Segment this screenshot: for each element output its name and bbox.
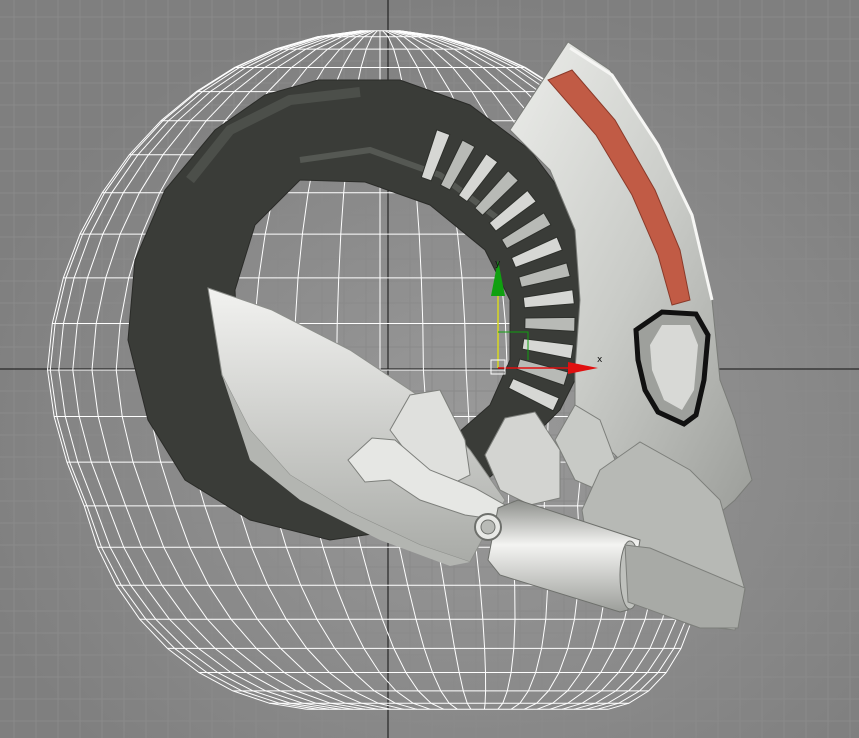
3d-viewport[interactable]: y x bbox=[0, 0, 859, 738]
viewport-canvas[interactable]: y x bbox=[0, 0, 859, 738]
gizmo-y-label: y bbox=[495, 259, 501, 269]
vent-tooth bbox=[524, 316, 576, 332]
gizmo-x-label: x bbox=[597, 355, 603, 365]
hinge-pin-center bbox=[480, 519, 496, 535]
